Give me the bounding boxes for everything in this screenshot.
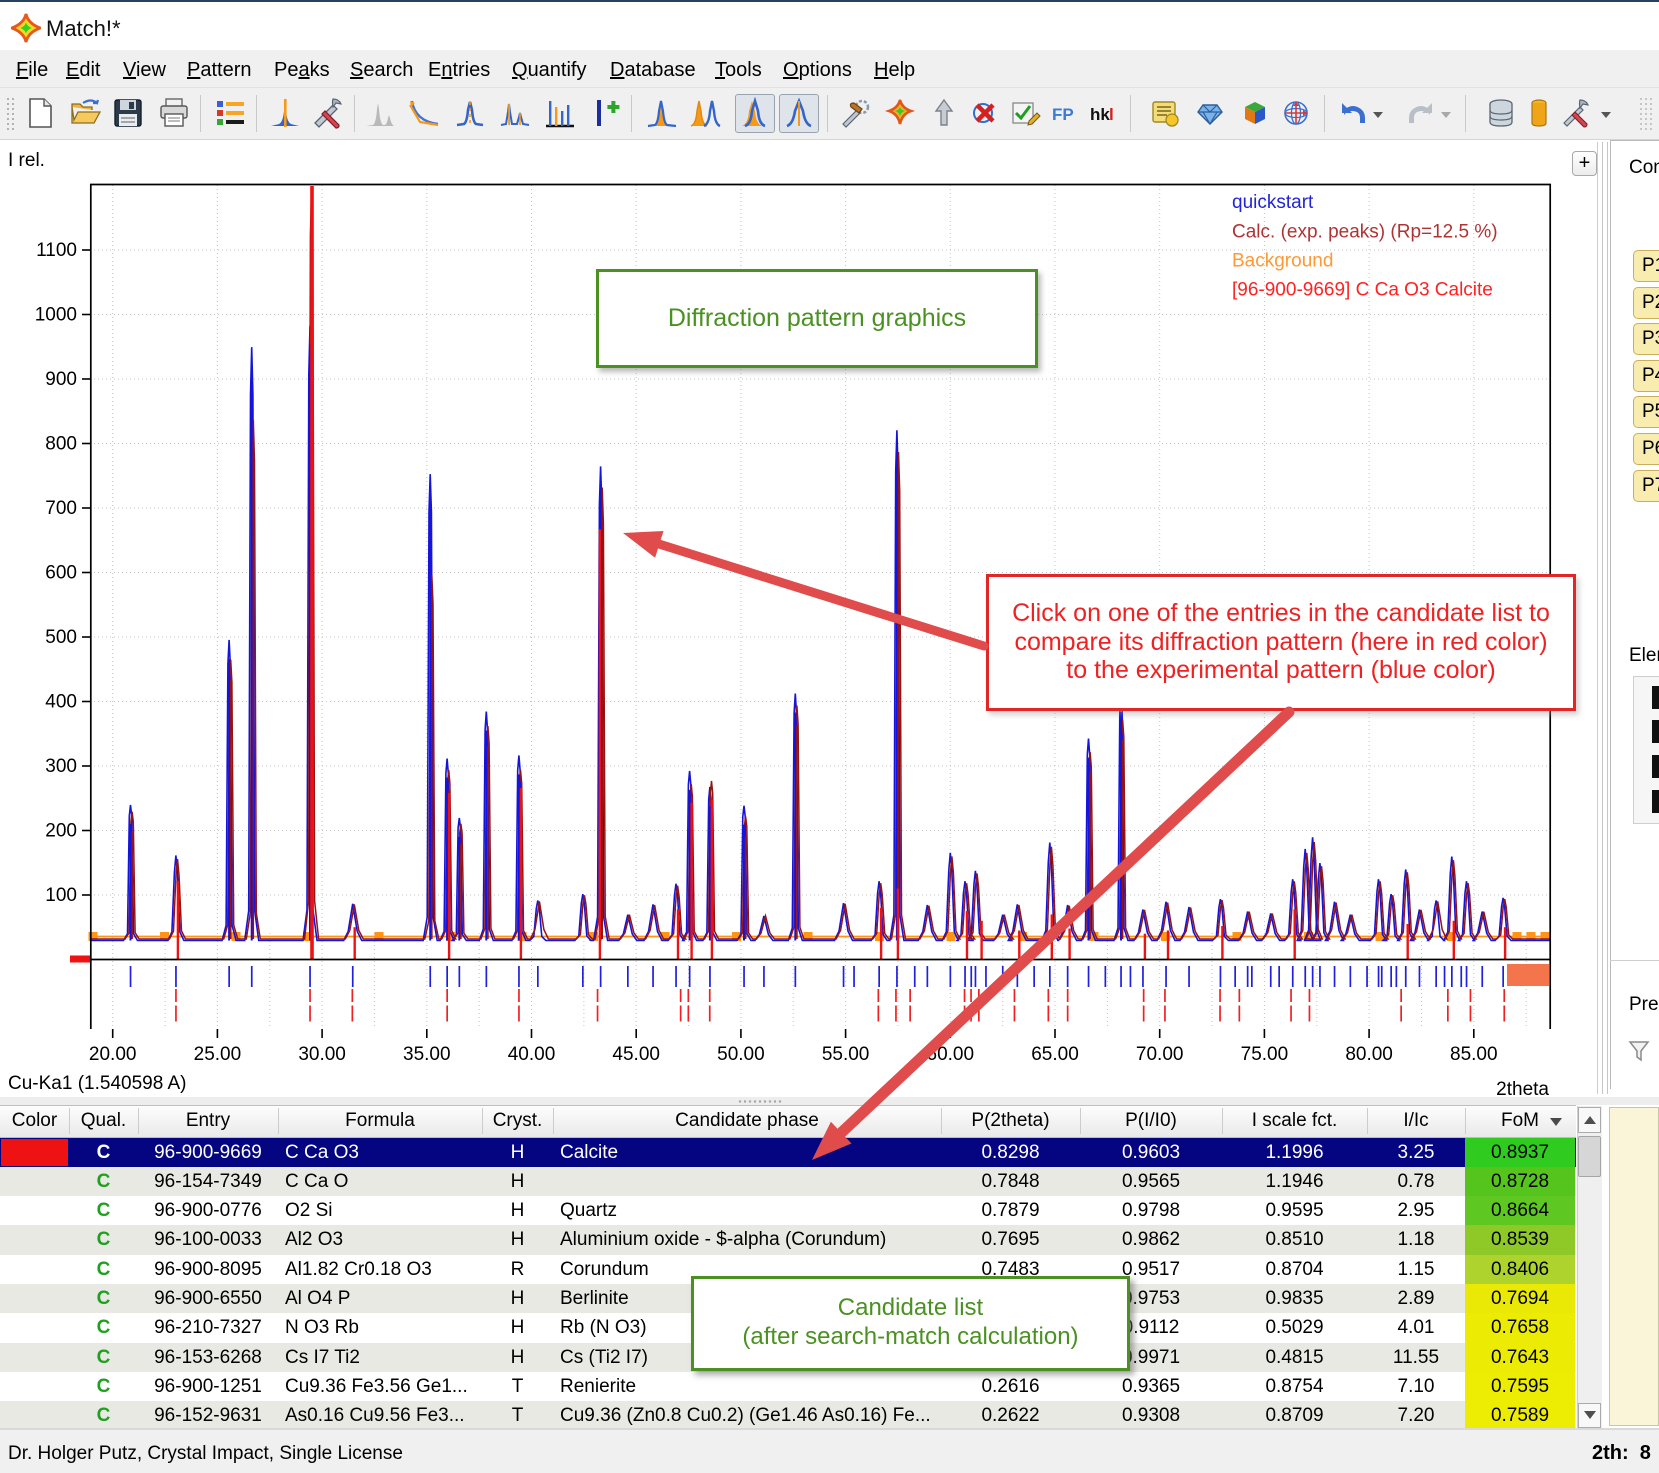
svg-text:700: 700 (45, 498, 77, 519)
svg-text:40.00: 40.00 (508, 1044, 556, 1065)
svg-text:FP: FP (1052, 105, 1074, 124)
svg-text:l: l (1109, 105, 1114, 124)
svg-text:100: 100 (45, 885, 77, 906)
svg-text:1100: 1100 (36, 240, 77, 261)
svg-text:Cu-Ka1 (1.540598 A): Cu-Ka1 (1.540598 A) (8, 1073, 187, 1094)
svg-text:900: 900 (45, 369, 77, 390)
svg-text:45.00: 45.00 (612, 1044, 660, 1065)
svg-text:quickstart: quickstart (1232, 192, 1314, 213)
svg-text:Calc. (exp. peaks) (Rp=12.5 %): Calc. (exp. peaks) (Rp=12.5 %) (1232, 222, 1498, 243)
svg-text:35.00: 35.00 (403, 1044, 451, 1065)
svg-text:25.00: 25.00 (194, 1044, 242, 1065)
svg-text:65.00: 65.00 (1031, 1044, 1079, 1065)
svg-text:hk: hk (1090, 105, 1110, 124)
svg-text:60.00: 60.00 (927, 1044, 975, 1065)
svg-text:50.00: 50.00 (717, 1044, 765, 1065)
svg-text:500: 500 (45, 627, 77, 648)
svg-text:55.00: 55.00 (822, 1044, 870, 1065)
svg-text:[96-900-9669] C Ca O3 Calcite: [96-900-9669] C Ca O3 Calcite (1232, 280, 1493, 301)
svg-text:85.00: 85.00 (1450, 1044, 1498, 1065)
svg-text:600: 600 (45, 563, 77, 584)
svg-text:200: 200 (45, 821, 77, 842)
svg-text:800: 800 (45, 434, 77, 455)
svg-text:400: 400 (45, 692, 77, 713)
svg-text:Background: Background (1232, 251, 1333, 272)
svg-text:20.00: 20.00 (89, 1044, 137, 1065)
svg-text:300: 300 (45, 756, 77, 777)
svg-text:1000: 1000 (35, 305, 77, 326)
svg-text:30.00: 30.00 (298, 1044, 346, 1065)
svg-text:75.00: 75.00 (1241, 1044, 1289, 1065)
svg-text:80.00: 80.00 (1345, 1044, 1393, 1065)
svg-text:I rel.: I rel. (8, 150, 45, 171)
svg-text:70.00: 70.00 (1136, 1044, 1184, 1065)
